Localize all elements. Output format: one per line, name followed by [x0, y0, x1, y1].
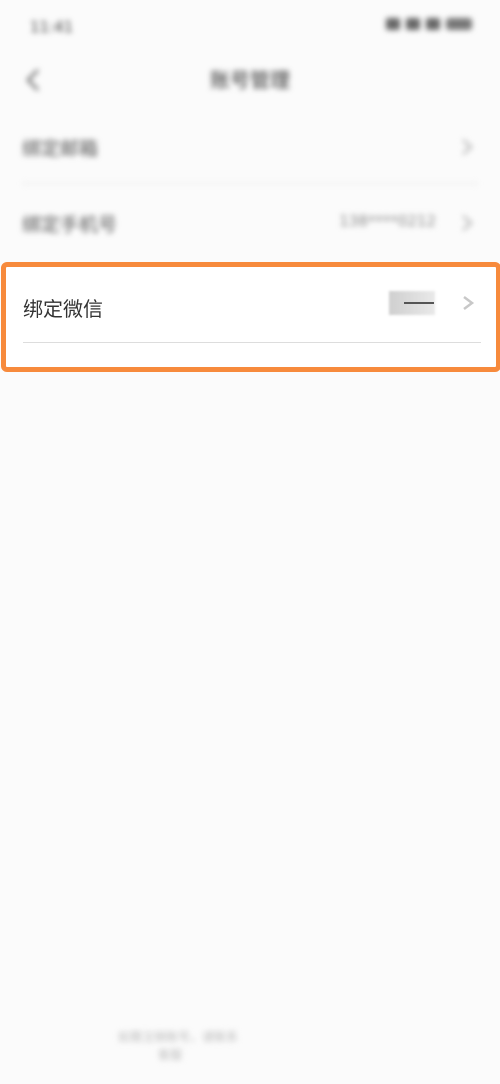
bind-phone-row[interactable]: 绑定手机号 138****0212 [0, 186, 500, 260]
footer: 如需注销账号，请联系 客服 [0, 1010, 500, 1084]
chevron-right-icon [460, 213, 474, 233]
bind-email-row[interactable]: 绑定邮箱 [0, 110, 500, 184]
footer-cover [268, 1010, 500, 1084]
page-title: 账号管理 [210, 68, 290, 92]
battery-icon [446, 18, 472, 30]
status-bar: 11:41 [0, 0, 500, 56]
row-label: 绑定手机号 [22, 214, 118, 236]
status-icons [386, 18, 472, 30]
highlight-box: 绑定微信 [1, 262, 500, 372]
wechat-name-redacted [404, 302, 434, 304]
row-label: 绑定邮箱 [22, 138, 99, 160]
bind-wechat-row[interactable]: 绑定微信 [6, 267, 496, 347]
wifi-icon [406, 18, 420, 30]
status-time: 11:41 [30, 18, 74, 36]
notification-icon [426, 18, 440, 30]
account-management-page: 11:41 账号管理 绑定邮箱 绑定手机号 138****0212 绑定微信 如… [0, 0, 500, 1084]
chevron-right-icon [458, 291, 478, 315]
bind-wechat-label: 绑定微信 [23, 297, 103, 321]
row-value: 138****0212 [339, 212, 436, 230]
signal-icon [386, 18, 400, 30]
footer-line-1: 如需注销账号，请联系 [118, 1030, 239, 1044]
row-divider [23, 342, 481, 343]
row-divider [22, 183, 478, 184]
chevron-right-icon [460, 137, 474, 157]
nav-bar: 账号管理 [0, 56, 500, 104]
